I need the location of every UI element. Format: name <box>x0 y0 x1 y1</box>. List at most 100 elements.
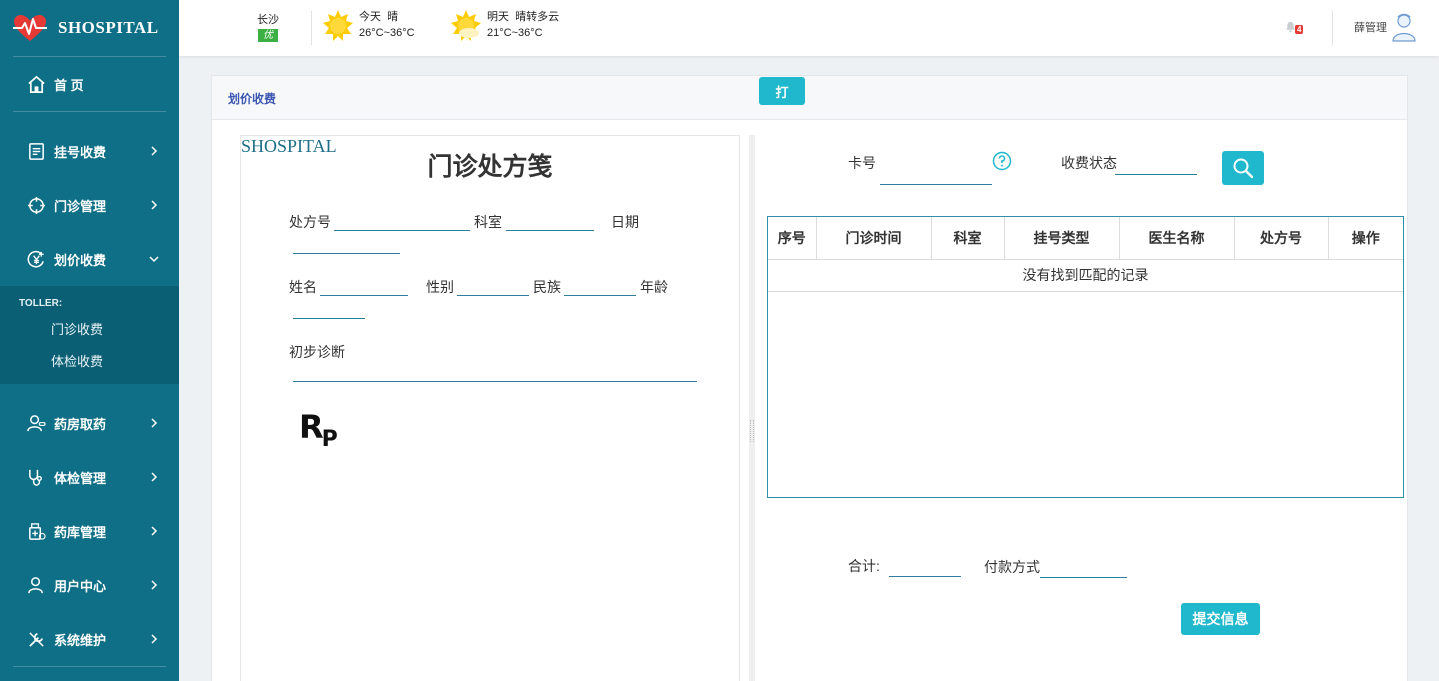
chevron-right-icon <box>151 634 158 644</box>
sidebar-item-label: 挂号收费 <box>54 144 107 160</box>
sidebar-item-outpatient[interactable]: 门诊管理 <box>0 178 179 232</box>
date-field[interactable] <box>293 253 400 254</box>
chevron-right-icon <box>151 200 158 210</box>
print-button[interactable]: 打 <box>759 77 805 105</box>
records-table: 序号 门诊时间 科室 挂号类型 医生名称 处方号 操作 没有找到匹配的记录 <box>767 216 1404 498</box>
rx-no-label: 处方号 <box>289 214 331 230</box>
home-icon <box>26 74 46 94</box>
medicine-bottle-icon <box>26 521 46 541</box>
column-header[interactable]: 医生名称 <box>1119 217 1235 260</box>
table-header-row: 序号 门诊时间 科室 挂号类型 医生名称 处方号 操作 <box>768 217 1403 260</box>
name-field[interactable] <box>320 295 408 296</box>
empty-message: 没有找到匹配的记录 <box>768 259 1403 292</box>
card-no-label: 卡号 <box>848 155 876 171</box>
grip-icon <box>750 420 754 442</box>
sidebar-item-registration[interactable]: 挂号收费 <box>0 124 179 178</box>
weather-today-label: 今天 <box>359 11 381 23</box>
prescription-title: 门诊处方笺 <box>427 153 553 181</box>
chevron-right-icon <box>151 580 158 590</box>
submenu-item-checkup-fee[interactable]: 体检收费 <box>0 346 179 378</box>
sidebar-item-home[interactable]: 首 页 <box>0 57 179 111</box>
ledger-icon <box>26 141 46 161</box>
age-field[interactable] <box>293 318 365 319</box>
prescription-sheet: SHOSPITAL 门诊处方笺 处方号 科室 日期 姓名 性别 民族 年龄 初步… <box>240 135 740 681</box>
weather-tomorrow: 明天 晴转多云 21°C~36°C <box>449 9 559 43</box>
sidebar-item-label: 药房取药 <box>54 416 107 432</box>
total-field[interactable] <box>889 576 961 577</box>
payment-method-field[interactable] <box>1040 577 1127 578</box>
user-menu[interactable]: 薛管理 <box>1354 12 1417 42</box>
column-header[interactable]: 操作 <box>1328 217 1403 260</box>
splitter-handle[interactable] <box>749 135 755 681</box>
weather-tomorrow-temp: 21°C~36°C <box>487 27 543 39</box>
weather-tomorrow-cond: 晴转多云 <box>515 11 560 23</box>
rp-symbol: RP <box>299 408 338 452</box>
dept-label: 科室 <box>474 214 502 230</box>
sidebar-item-checkup[interactable]: 体检管理 <box>0 450 179 504</box>
column-header[interactable]: 科室 <box>931 217 1005 260</box>
sidebar-item-label: 体检管理 <box>54 470 107 486</box>
ethnic-field[interactable] <box>564 295 636 296</box>
submenu-item-outpatient-fee[interactable]: 门诊收费 <box>0 314 179 346</box>
wrench-icon <box>26 629 46 649</box>
sidebar-item-pricing[interactable]: 划价收费 <box>0 232 179 286</box>
dept-field[interactable] <box>506 230 594 231</box>
column-header[interactable]: 门诊时间 <box>816 217 932 260</box>
weather-today-temp: 26°C~36°C <box>359 27 415 39</box>
sidebar-item-label: 首 页 <box>54 77 84 93</box>
status-label: 收费状态 <box>1061 155 1117 171</box>
sidebar-item-label: 药库管理 <box>54 524 107 540</box>
rp-subscript: P <box>321 427 338 452</box>
column-header[interactable]: 挂号类型 <box>1004 217 1120 260</box>
table-row: 没有找到匹配的记录 <box>768 259 1403 292</box>
crosshair-icon <box>26 195 46 215</box>
main-panel: 划价收费 打 SHOSPITAL 门诊处方笺 处方号 科室 日期 姓名 性别 民… <box>211 75 1408 681</box>
user-icon <box>26 575 46 595</box>
chevron-right-icon <box>151 146 158 156</box>
divider <box>311 11 312 45</box>
sidebar-item-label: 门诊管理 <box>54 198 107 214</box>
sidebar-item-label: 用户中心 <box>54 578 107 594</box>
aqi-badge: 优 <box>258 29 278 42</box>
column-header[interactable]: 序号 <box>768 217 817 260</box>
sidebar-item-drug-store[interactable]: 药库管理 <box>0 504 179 558</box>
gender-field[interactable] <box>457 295 529 296</box>
brand[interactable]: SHOSPITAL <box>0 0 179 56</box>
notification-count: 4 <box>1295 25 1304 34</box>
date-label: 日期 <box>611 214 639 230</box>
divider <box>13 666 166 667</box>
search-button[interactable] <box>1222 151 1264 185</box>
diagnosis-field[interactable] <box>293 381 697 382</box>
gender-label: 性别 <box>426 279 454 295</box>
card-no-field[interactable] <box>880 184 992 185</box>
chevron-right-icon <box>151 472 158 482</box>
notification-bell[interactable]: 4 <box>1285 20 1307 36</box>
help-icon[interactable] <box>992 151 1012 171</box>
city-name: 长沙 <box>257 14 279 26</box>
weather-tomorrow-label: 明天 <box>487 11 509 23</box>
weather-today: 今天 晴 26°C~36°C <box>321 9 415 43</box>
brand-name: SHOSPITAL <box>58 18 159 37</box>
diagnosis-label: 初步诊断 <box>289 344 345 360</box>
search-icon <box>1233 158 1254 179</box>
user-pill-icon <box>26 413 46 433</box>
sidebar: SHOSPITAL 首 页 挂号收费 门诊管理 划价收费 TOLLER: 门诊收… <box>0 0 179 681</box>
column-header[interactable]: 处方号 <box>1234 217 1329 260</box>
sidebar-item-maintenance[interactable]: 系统维护 <box>0 612 179 666</box>
sidebar-item-user-center[interactable]: 用户中心 <box>0 558 179 612</box>
age-label: 年龄 <box>640 279 668 295</box>
top-header: 长沙 优 今天 晴 26°C~36°C 明天 晴转多云 21°C~36°C 4 <box>179 0 1439 56</box>
submenu-title: TOLLER: <box>19 298 63 309</box>
sidebar-item-label: 划价收费 <box>54 252 107 268</box>
user-name: 薛管理 <box>1354 22 1387 34</box>
divider <box>1332 11 1333 45</box>
rx-no-field[interactable] <box>334 230 470 231</box>
doctor-avatar <box>1392 13 1416 42</box>
sidebar-item-pharmacy[interactable]: 药房取药 <box>0 396 179 450</box>
chevron-right-icon <box>151 526 158 536</box>
chevron-down-icon <box>149 256 159 263</box>
submenu-pricing: TOLLER: 门诊收费 体检收费 <box>0 286 179 384</box>
status-field[interactable] <box>1115 174 1197 175</box>
submit-button[interactable]: 提交信息 <box>1181 603 1260 635</box>
sun-cloud-icon <box>451 10 481 41</box>
